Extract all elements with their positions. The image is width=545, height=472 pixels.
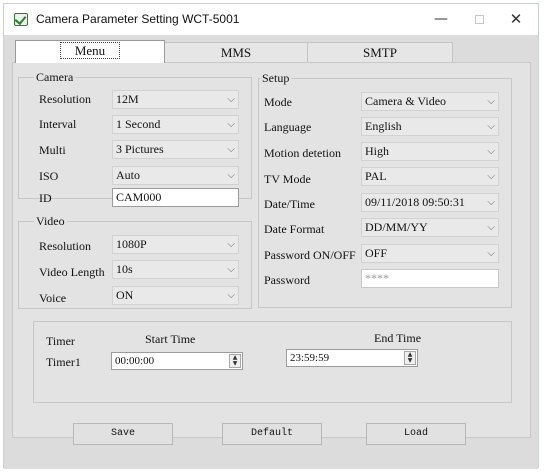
camera-resolution-label: Resolution: [39, 92, 92, 106]
minimize-button[interactable]: —: [426, 8, 456, 30]
chevron-down-icon: ⌵: [227, 170, 235, 181]
camera-resolution-select[interactable]: 12M ⌵: [112, 90, 239, 109]
timer-title: Timer: [46, 334, 75, 348]
start-time-label: Start Time: [145, 332, 196, 346]
end-time-label: End Time: [374, 331, 422, 345]
mode-value: Camera & Video: [365, 94, 447, 108]
password-label: Password: [264, 273, 311, 287]
motion-detection-value: High: [365, 144, 389, 158]
voice-label: Voice: [39, 291, 67, 305]
iso-value: Auto: [116, 168, 140, 182]
tab-smtp[interactable]: SMTP: [307, 42, 453, 62]
motion-detection-label: Motion detetion: [264, 146, 341, 160]
video-resolution-label: Resolution: [39, 239, 92, 253]
client-area: Menu MMS SMTP Camera Resolution 12M ⌵ Int…: [4, 35, 538, 469]
iso-select[interactable]: Auto ⌵: [112, 166, 239, 185]
chevron-down-icon: ⌵: [227, 239, 235, 250]
chevron-down-icon: ⌵: [227, 290, 235, 301]
camera-resolution-value: 12M: [116, 92, 139, 106]
menu-panel: Camera Resolution 12M ⌵ Interval 1 Second…: [12, 62, 531, 438]
video-length-value: 10s: [116, 262, 133, 276]
tv-mode-select[interactable]: PAL ⌵: [361, 167, 499, 186]
maximize-icon: [474, 14, 484, 24]
timer1-start-value: 00:00:00: [115, 355, 155, 367]
interval-label: Interval: [39, 117, 77, 131]
chevron-down-icon: ⌵: [227, 119, 235, 130]
date-time-label: Date/Time: [264, 197, 315, 211]
chevron-down-icon: ⌵: [487, 121, 495, 132]
camera-group-title: Camera: [34, 70, 76, 85]
multi-value: 3 Pictures: [116, 142, 164, 156]
video-length-select[interactable]: 10s ⌵: [112, 260, 239, 279]
video-length-label: Video Length: [39, 265, 105, 279]
timer1-start-input[interactable]: 00:00:00 ▲ ▼: [111, 352, 243, 370]
language-select[interactable]: English ⌵: [361, 117, 499, 136]
mode-select[interactable]: Camera & Video ⌵: [361, 92, 499, 111]
chevron-down-icon: ⌵: [487, 197, 495, 208]
load-button[interactable]: Load: [366, 423, 466, 445]
video-resolution-value: 1080P: [116, 237, 147, 251]
default-button[interactable]: Default: [222, 423, 322, 445]
password-input[interactable]: ****: [361, 269, 499, 288]
motion-detection-select[interactable]: High ⌵: [361, 142, 499, 161]
spin-updown-icon[interactable]: ▲ ▼: [229, 354, 241, 368]
chevron-down-icon: ⌵: [487, 248, 495, 259]
interval-select[interactable]: 1 Second ⌵: [112, 115, 239, 134]
chevron-down-icon: ⌵: [487, 222, 495, 233]
video-group-title: Video: [34, 214, 67, 229]
timer1-end-input[interactable]: 23:59:59 ▲ ▼: [286, 349, 418, 367]
tab-menu[interactable]: Menu: [15, 40, 165, 63]
window-title: Camera Parameter Setting WCT-5001: [36, 12, 240, 26]
password-onoff-select[interactable]: OFF ⌵: [361, 244, 499, 263]
chevron-down-icon: ⌵: [487, 171, 495, 182]
chevron-down-icon: ⌵: [487, 96, 495, 107]
title-bar[interactable]: Camera Parameter Setting WCT-5001 — ✕: [4, 4, 538, 34]
id-label: ID: [39, 191, 52, 205]
multi-label: Multi: [39, 143, 66, 157]
date-time-select[interactable]: 09/11/2018 09:50:31 ⌵: [361, 193, 499, 212]
language-value: English: [365, 119, 402, 133]
date-format-value: DD/MM/YY: [365, 220, 428, 234]
timer1-end-value: 23:59:59: [290, 352, 330, 364]
iso-label: ISO: [39, 169, 59, 183]
app-checkbox-icon: [14, 13, 28, 26]
multi-select[interactable]: 3 Pictures ⌵: [112, 140, 239, 159]
tab-menu-label: Menu: [59, 42, 121, 59]
chevron-down-icon: ⌵: [487, 146, 495, 157]
mode-label: Mode: [264, 95, 292, 109]
maximize-button[interactable]: [464, 8, 494, 30]
language-label: Language: [264, 120, 312, 134]
timer-group: [33, 321, 512, 403]
close-button[interactable]: ✕: [501, 8, 531, 30]
date-format-select[interactable]: DD/MM/YY ⌵: [361, 218, 499, 237]
password-onoff-label: Password ON/OFF: [264, 248, 356, 262]
save-button[interactable]: Save: [73, 423, 173, 445]
camera-id-input[interactable]: CAM000: [112, 188, 239, 207]
date-format-label: Date Format: [264, 222, 325, 236]
app-window: Camera Parameter Setting WCT-5001 — ✕ Me…: [3, 3, 539, 469]
tv-mode-value: PAL: [365, 169, 387, 183]
chevron-down-icon: ⌵: [227, 264, 235, 275]
interval-value: 1 Second: [116, 117, 161, 131]
voice-value: ON: [116, 288, 134, 302]
setup-group-title: Setup: [260, 71, 292, 86]
voice-select[interactable]: ON ⌵: [112, 286, 239, 305]
chevron-down-icon: ⌵: [227, 144, 235, 155]
spin-updown-icon[interactable]: ▲ ▼: [404, 351, 416, 365]
date-time-value: 09/11/2018 09:50:31: [365, 195, 465, 209]
password-onoff-value: OFF: [365, 246, 388, 260]
video-resolution-select[interactable]: 1080P ⌵: [112, 235, 239, 254]
timer1-label: Timer1: [46, 355, 81, 369]
tab-mms[interactable]: MMS: [163, 42, 309, 62]
tv-mode-label: TV Mode: [264, 172, 311, 186]
chevron-down-icon: ⌵: [227, 94, 235, 105]
